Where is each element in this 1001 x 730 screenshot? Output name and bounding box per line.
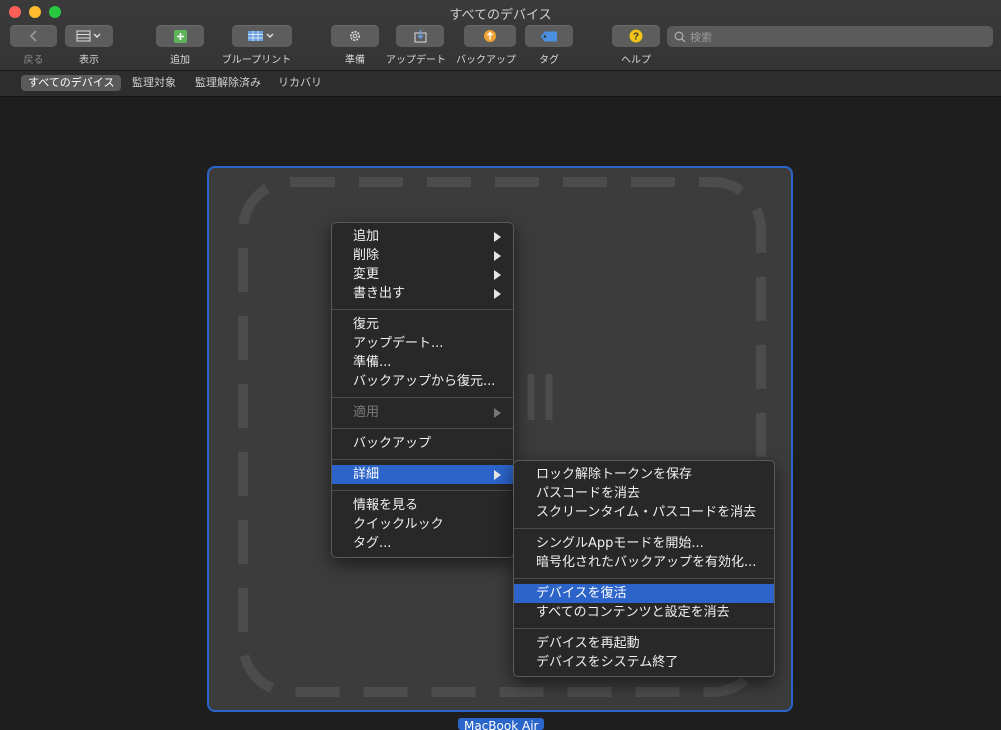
menu-item-prepare[interactable]: 準備... — [332, 353, 513, 372]
menu-item-export-label: 書き出す — [353, 286, 406, 301]
menu-item-backup[interactable]: バックアップ — [332, 434, 513, 453]
menu-item-update[interactable]: アップデート... — [332, 334, 513, 353]
menu-item-add-label: 追加 — [353, 229, 380, 244]
menu-item-change[interactable]: 変更 — [332, 265, 513, 284]
submenu-item-restart-device[interactable]: デバイスを再起動 — [514, 634, 774, 653]
submenu-arrow-icon — [494, 270, 501, 280]
device-name-label[interactable]: MacBook Air — [458, 718, 545, 730]
submenu-item-single-app-mode[interactable]: シングルAppモードを開始... — [514, 534, 774, 553]
back-label: 戻る — [23, 55, 44, 66]
grid-view-icon — [76, 30, 101, 42]
submenu-item-erase-all[interactable]: すべてのコンテンツと設定を消去 — [514, 603, 774, 622]
menu-item-get-info[interactable]: 情報を見る — [332, 496, 513, 515]
menu-item-quick-look[interactable]: クイックルック — [332, 515, 513, 534]
backup-button[interactable]: バックアップ — [456, 25, 516, 66]
menu-separator — [332, 490, 513, 491]
menu-item-add[interactable]: 追加 — [332, 227, 513, 246]
menu-item-delete[interactable]: 削除 — [332, 246, 513, 265]
tag-label: タグ — [539, 55, 559, 66]
filter-unsupervised[interactable]: 監理解除済み — [188, 75, 268, 91]
submenu-item-erase-screentime-passcode[interactable]: スクリーンタイム・パスコードを消去 — [514, 503, 774, 522]
svg-text:?: ? — [633, 32, 639, 43]
menu-separator — [332, 397, 513, 398]
help-icon: ? — [629, 29, 643, 43]
submenu-item-save-unlock-token[interactable]: ロック解除トークンを保存 — [514, 465, 774, 484]
search-placeholder: 検索 — [690, 30, 712, 44]
menu-separator — [332, 428, 513, 429]
submenu-item-revive-device[interactable]: デバイスを復活 — [514, 584, 774, 603]
view-label: 表示 — [79, 55, 99, 66]
add-label: 追加 — [170, 55, 190, 66]
submenu-arrow-icon — [494, 408, 501, 418]
add-button[interactable]: 追加 — [156, 25, 204, 66]
menu-item-apply-label: 適用 — [353, 405, 380, 420]
submenu-arrow-icon — [494, 470, 501, 480]
advanced-submenu: ロック解除トークンを保存 パスコードを消去 スクリーンタイム・パスコードを消去 … — [513, 460, 775, 677]
update-label: アップデート — [386, 55, 446, 66]
menu-item-advanced-label: 詳細 — [353, 467, 380, 482]
menu-item-export[interactable]: 書き出す — [332, 284, 513, 303]
backup-label: バックアップ — [456, 55, 516, 66]
prepare-button[interactable]: 準備 — [331, 25, 379, 66]
submenu-arrow-icon — [494, 251, 501, 261]
menu-item-restore-from-backup[interactable]: バックアップから復元... — [332, 372, 513, 391]
submenu-item-shutdown-device[interactable]: デバイスをシステム終了 — [514, 653, 774, 672]
search-field[interactable]: 検索 — [667, 26, 993, 47]
update-button[interactable]: アップデート — [386, 25, 446, 66]
submenu-item-encrypted-backup[interactable]: 暗号化されたバックアップを有効化... — [514, 553, 774, 572]
update-icon — [414, 30, 426, 43]
window-title: すべてのデバイス — [449, 8, 552, 23]
context-menu: 追加 削除 変更 書き出す 復元 アップデート... 準備... バックアップか… — [331, 222, 514, 558]
filter-supervised[interactable]: 監理対象 — [125, 75, 183, 91]
back-button[interactable]: 戻る — [10, 25, 57, 66]
help-label: ヘルプ — [621, 55, 651, 66]
tag-button[interactable]: タグ — [525, 25, 573, 66]
chevron-left-icon — [29, 30, 37, 42]
view-button[interactable]: 表示 — [65, 25, 113, 66]
menu-item-apply: 適用 — [332, 403, 513, 422]
blueprint-icon — [248, 31, 274, 41]
search-icon — [674, 31, 686, 42]
menu-separator — [332, 459, 513, 460]
title-bar: すべてのデバイス 戻る 表示 追加 ブループリント 準備 アップデート バックア… — [0, 0, 1001, 71]
help-button[interactable]: ? ヘルプ — [612, 25, 660, 66]
menu-item-tags[interactable]: タグ... — [332, 534, 513, 553]
plus-icon — [173, 29, 187, 43]
menu-item-advanced[interactable]: 詳細 — [332, 465, 513, 484]
filter-recovery[interactable]: リカバリ — [271, 75, 329, 91]
tag-icon — [540, 31, 557, 41]
backup-icon — [483, 30, 496, 42]
submenu-arrow-icon — [494, 289, 501, 299]
menu-item-change-label: 変更 — [353, 267, 380, 282]
filter-all-devices[interactable]: すべてのデバイス — [21, 75, 122, 91]
blueprint-button[interactable]: ブループリント — [221, 25, 292, 66]
blueprint-label: ブループリント — [221, 55, 292, 66]
filter-bar: すべてのデバイス 監理対象 監理解除済み リカバリ — [0, 71, 1001, 97]
submenu-arrow-icon — [494, 232, 501, 242]
prepare-label: 準備 — [345, 55, 365, 66]
menu-separator — [514, 528, 774, 529]
menu-separator — [332, 309, 513, 310]
menu-item-restore[interactable]: 復元 — [332, 315, 513, 334]
menu-separator — [514, 578, 774, 579]
submenu-item-erase-passcode[interactable]: パスコードを消去 — [514, 484, 774, 503]
gear-icon — [350, 31, 360, 41]
menu-separator — [514, 628, 774, 629]
menu-item-delete-label: 削除 — [353, 248, 380, 263]
